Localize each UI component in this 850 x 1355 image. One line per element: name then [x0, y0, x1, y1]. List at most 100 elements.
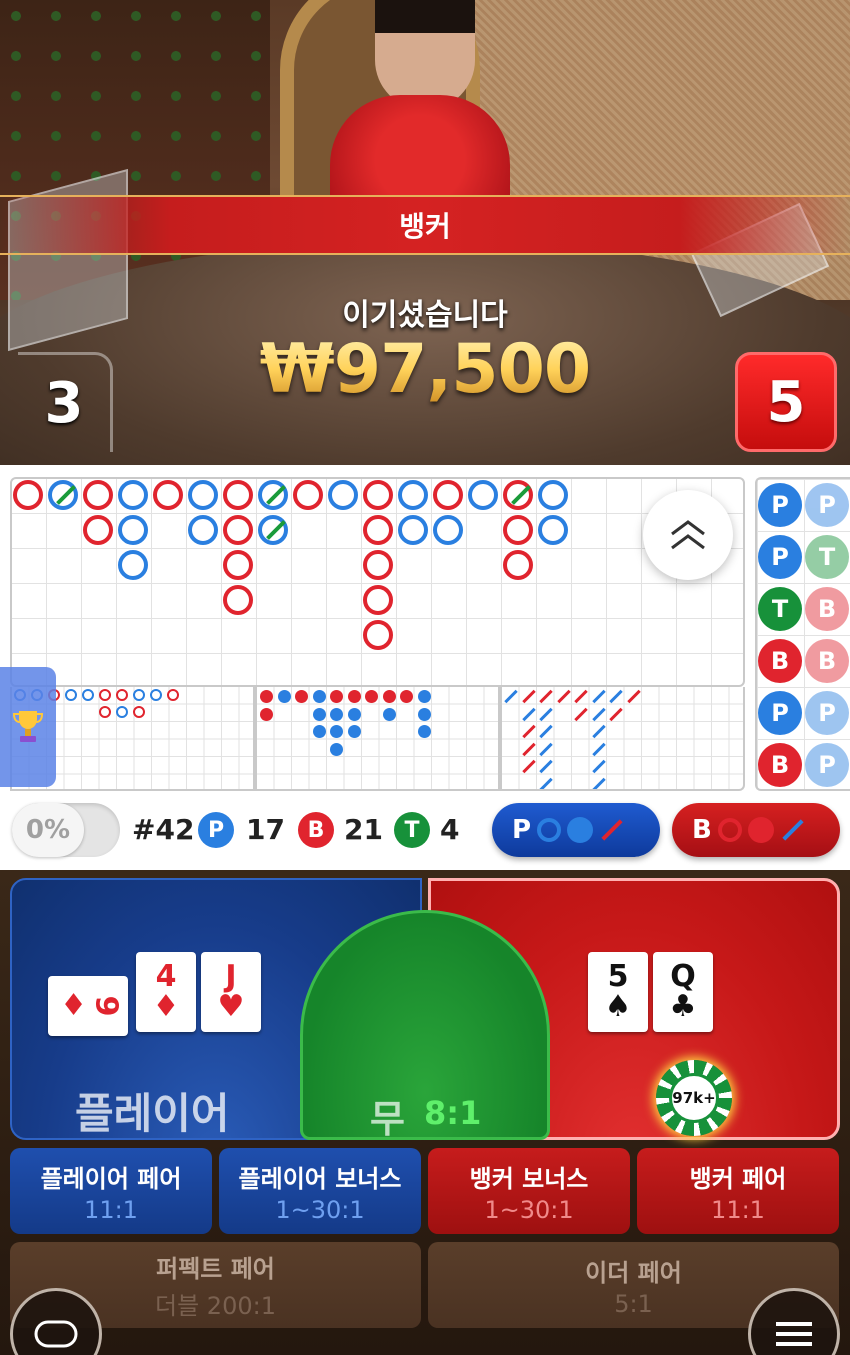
road-ring [116, 689, 128, 701]
road-slash [591, 777, 606, 789]
road-ring [167, 689, 179, 701]
player-card-2: 4 ♦ [136, 952, 196, 1032]
road-slash [609, 689, 623, 704]
banker-ring [363, 550, 393, 580]
road-dot [382, 690, 396, 703]
road-dot [295, 690, 308, 703]
card-suit: ♦ [152, 989, 180, 1024]
hamburger-menu-icon [776, 1322, 812, 1346]
banker-ring [83, 515, 113, 545]
banker-ring [223, 480, 253, 510]
road-dot [330, 707, 343, 721]
road-slash [539, 759, 553, 774]
road-dot [330, 725, 343, 738]
road-slash [521, 742, 536, 756]
banker-ask-label: B [692, 815, 712, 845]
card-suit: ♥ [217, 989, 245, 1024]
trophy-tab[interactable] [0, 667, 56, 787]
player-ring [48, 480, 78, 510]
round-number: #42 [132, 813, 195, 846]
player-card-3: J ♥ [201, 952, 261, 1032]
player-score: 3 [18, 352, 113, 452]
stats-bar: 0% #42 P 17 B 21 T 4 P B [0, 795, 850, 865]
road-ring [133, 706, 145, 718]
road-dot [417, 690, 431, 703]
road-ring [116, 706, 128, 718]
road-dot [330, 690, 343, 703]
cockroach-road[interactable] [500, 687, 745, 791]
bead-B: B [758, 743, 802, 787]
road-slash [504, 689, 518, 704]
tie-count: 4 [440, 813, 460, 846]
banker-ring [293, 480, 323, 510]
banker-ring [223, 515, 253, 545]
road-dot [417, 707, 431, 721]
banker-ring [363, 585, 393, 615]
card-rank: Q [670, 959, 696, 994]
banker-ring [363, 515, 393, 545]
card-rank: 5 [607, 959, 629, 994]
small-road[interactable] [255, 687, 500, 791]
road-slash [556, 689, 571, 704]
player-ring [258, 515, 288, 545]
road-slash [609, 707, 623, 721]
side-bet-title: 뱅커 보너스 [469, 1164, 589, 1193]
banker-pair-bet[interactable]: 뱅커 페어 11:1 [637, 1148, 839, 1234]
ask-slash-icon [782, 819, 804, 841]
side-bet-title: 플레이어 보너스 [238, 1164, 402, 1193]
banker-ring [433, 480, 463, 510]
player-ring [118, 480, 148, 510]
road-slash [521, 707, 536, 721]
win-amount: ₩97,500 [0, 330, 850, 409]
live-video-stream: 뱅커 이기셨습니다 ₩97,500 3 5 [0, 0, 850, 465]
road-slash [539, 689, 553, 704]
card-rank: 9 [88, 995, 124, 1017]
player-ask-button[interactable]: P [492, 803, 660, 857]
player-ring [118, 515, 148, 545]
placed-chip[interactable]: 97k+ [656, 1060, 732, 1136]
road-ring [65, 689, 77, 701]
banker-ring [13, 480, 43, 510]
player-ring [398, 480, 428, 510]
banker-ring [83, 480, 113, 510]
banker-ask-button[interactable]: B [672, 803, 840, 857]
ask-dot-icon [567, 817, 594, 843]
side-bet-title: 뱅커 페어 [689, 1164, 787, 1193]
road-slash [539, 724, 553, 739]
ask-slash-icon [601, 819, 623, 841]
tie-slash [266, 520, 286, 540]
banker-bonus-bet[interactable]: 뱅커 보너스 1~30:1 [428, 1148, 630, 1234]
bead-P: P [805, 743, 849, 787]
player-ring [538, 480, 568, 510]
player-ring [258, 480, 288, 510]
road-slash [521, 724, 536, 739]
big-road[interactable] [10, 477, 745, 687]
collapse-roadmap-button[interactable] [643, 490, 733, 580]
banker-ring [363, 480, 393, 510]
road-slash [574, 707, 588, 721]
road-dot [382, 707, 396, 721]
bead-plate[interactable]: PPPTTBBBPPBP [755, 477, 850, 791]
side-bet-odds: 11:1 [711, 1195, 765, 1224]
banker-ring [153, 480, 183, 510]
road-ring [99, 706, 111, 718]
bead-B: B [805, 639, 849, 683]
player-pair-bet[interactable]: 플레이어 페어 11:1 [10, 1148, 212, 1234]
road-dot [312, 725, 326, 738]
banker-ring [503, 480, 533, 510]
card-rank: J [225, 959, 237, 994]
player-ring [188, 515, 218, 545]
player-bonus-bet[interactable]: 플레이어 보너스 1~30:1 [219, 1148, 421, 1234]
banker-ring [503, 515, 533, 545]
banker-ring [503, 550, 533, 580]
player-ring [538, 515, 568, 545]
bead-P: P [758, 535, 802, 579]
player-ring [398, 515, 428, 545]
bead-P: P [758, 691, 802, 735]
percentage-toggle[interactable]: 0% [12, 803, 120, 857]
road-ring [99, 689, 111, 701]
player-ask-label: P [512, 815, 532, 845]
banker-ring [223, 550, 253, 580]
player-count: 17 [246, 813, 285, 846]
tie-slash [56, 485, 76, 505]
